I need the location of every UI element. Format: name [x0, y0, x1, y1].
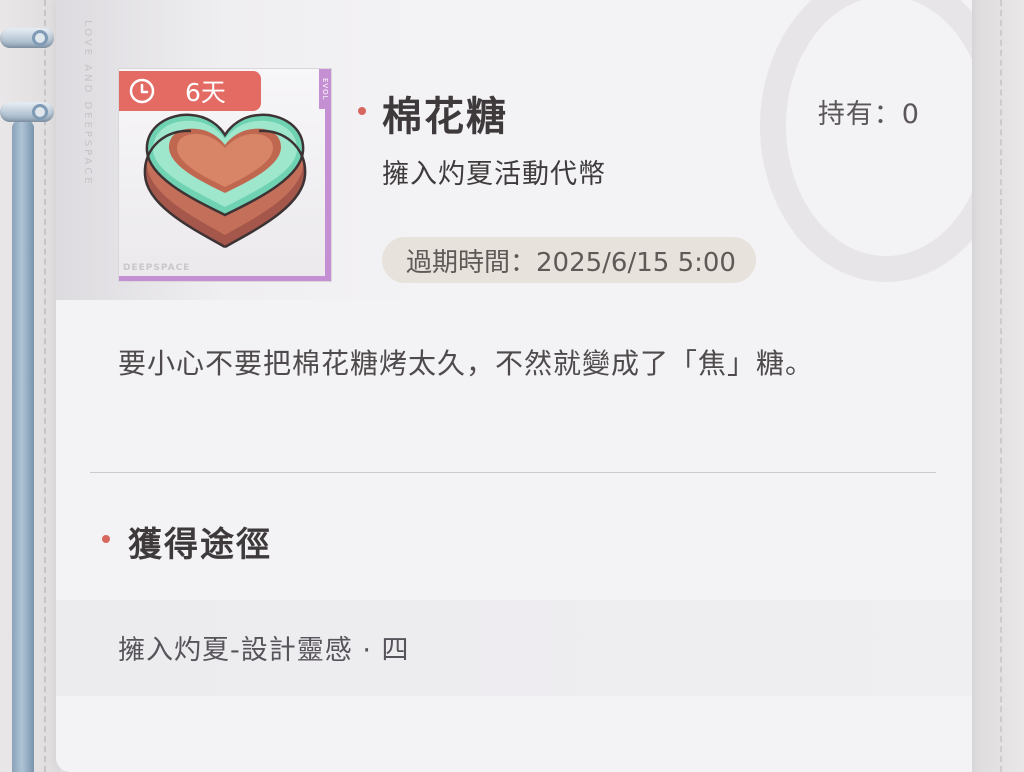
- evol-tag: EVOL: [319, 69, 331, 109]
- item-type: 擁入灼夏活動代幣: [382, 159, 606, 190]
- page-edge-right: [968, 0, 1024, 772]
- duration-badge: 6天: [119, 71, 261, 111]
- duration-text: 6天: [185, 78, 226, 107]
- acquire-route-item[interactable]: 擁入灼夏-設計靈感 · 四: [56, 600, 972, 696]
- expire-time-text: 過期時間：2025/6/15 5:00: [406, 247, 736, 278]
- bullet-dot-icon: [358, 107, 366, 115]
- item-icon-frame[interactable]: 6天 EVOL DEEPSPACE: [118, 68, 332, 282]
- rarity-bar: [119, 276, 331, 281]
- bullet-dot-icon: [102, 535, 110, 543]
- brand-tag: DEEPSPACE: [123, 263, 191, 273]
- notebook-binder: [0, 0, 60, 772]
- page-edge-stitching: [1000, 0, 1002, 772]
- marshmallow-heart-icon: [143, 113, 307, 249]
- item-detail-card: LOVE AND DEEPSPACE 6天 EVOL DEEPSPACE 棉花糖…: [56, 0, 972, 772]
- expire-time-badge: 過期時間：2025/6/15 5:00: [382, 237, 756, 283]
- binder-ring: [0, 102, 54, 122]
- item-description: 要小心不要把棉花糖烤太久，不然就變成了「焦」糖。: [118, 347, 815, 380]
- acquire-section-title: 獲得途徑: [128, 525, 272, 565]
- owned-count: 持有：0: [817, 99, 920, 130]
- item-name: 棉花糖: [382, 93, 508, 140]
- binder-strip: [12, 120, 34, 772]
- clock-icon: [129, 78, 155, 104]
- binder-ring: [0, 28, 54, 48]
- acquire-route-label: 擁入灼夏-設計靈感 · 四: [118, 635, 410, 666]
- section-divider: [90, 472, 936, 473]
- side-brand-text: LOVE AND DEEPSPACE: [82, 20, 93, 187]
